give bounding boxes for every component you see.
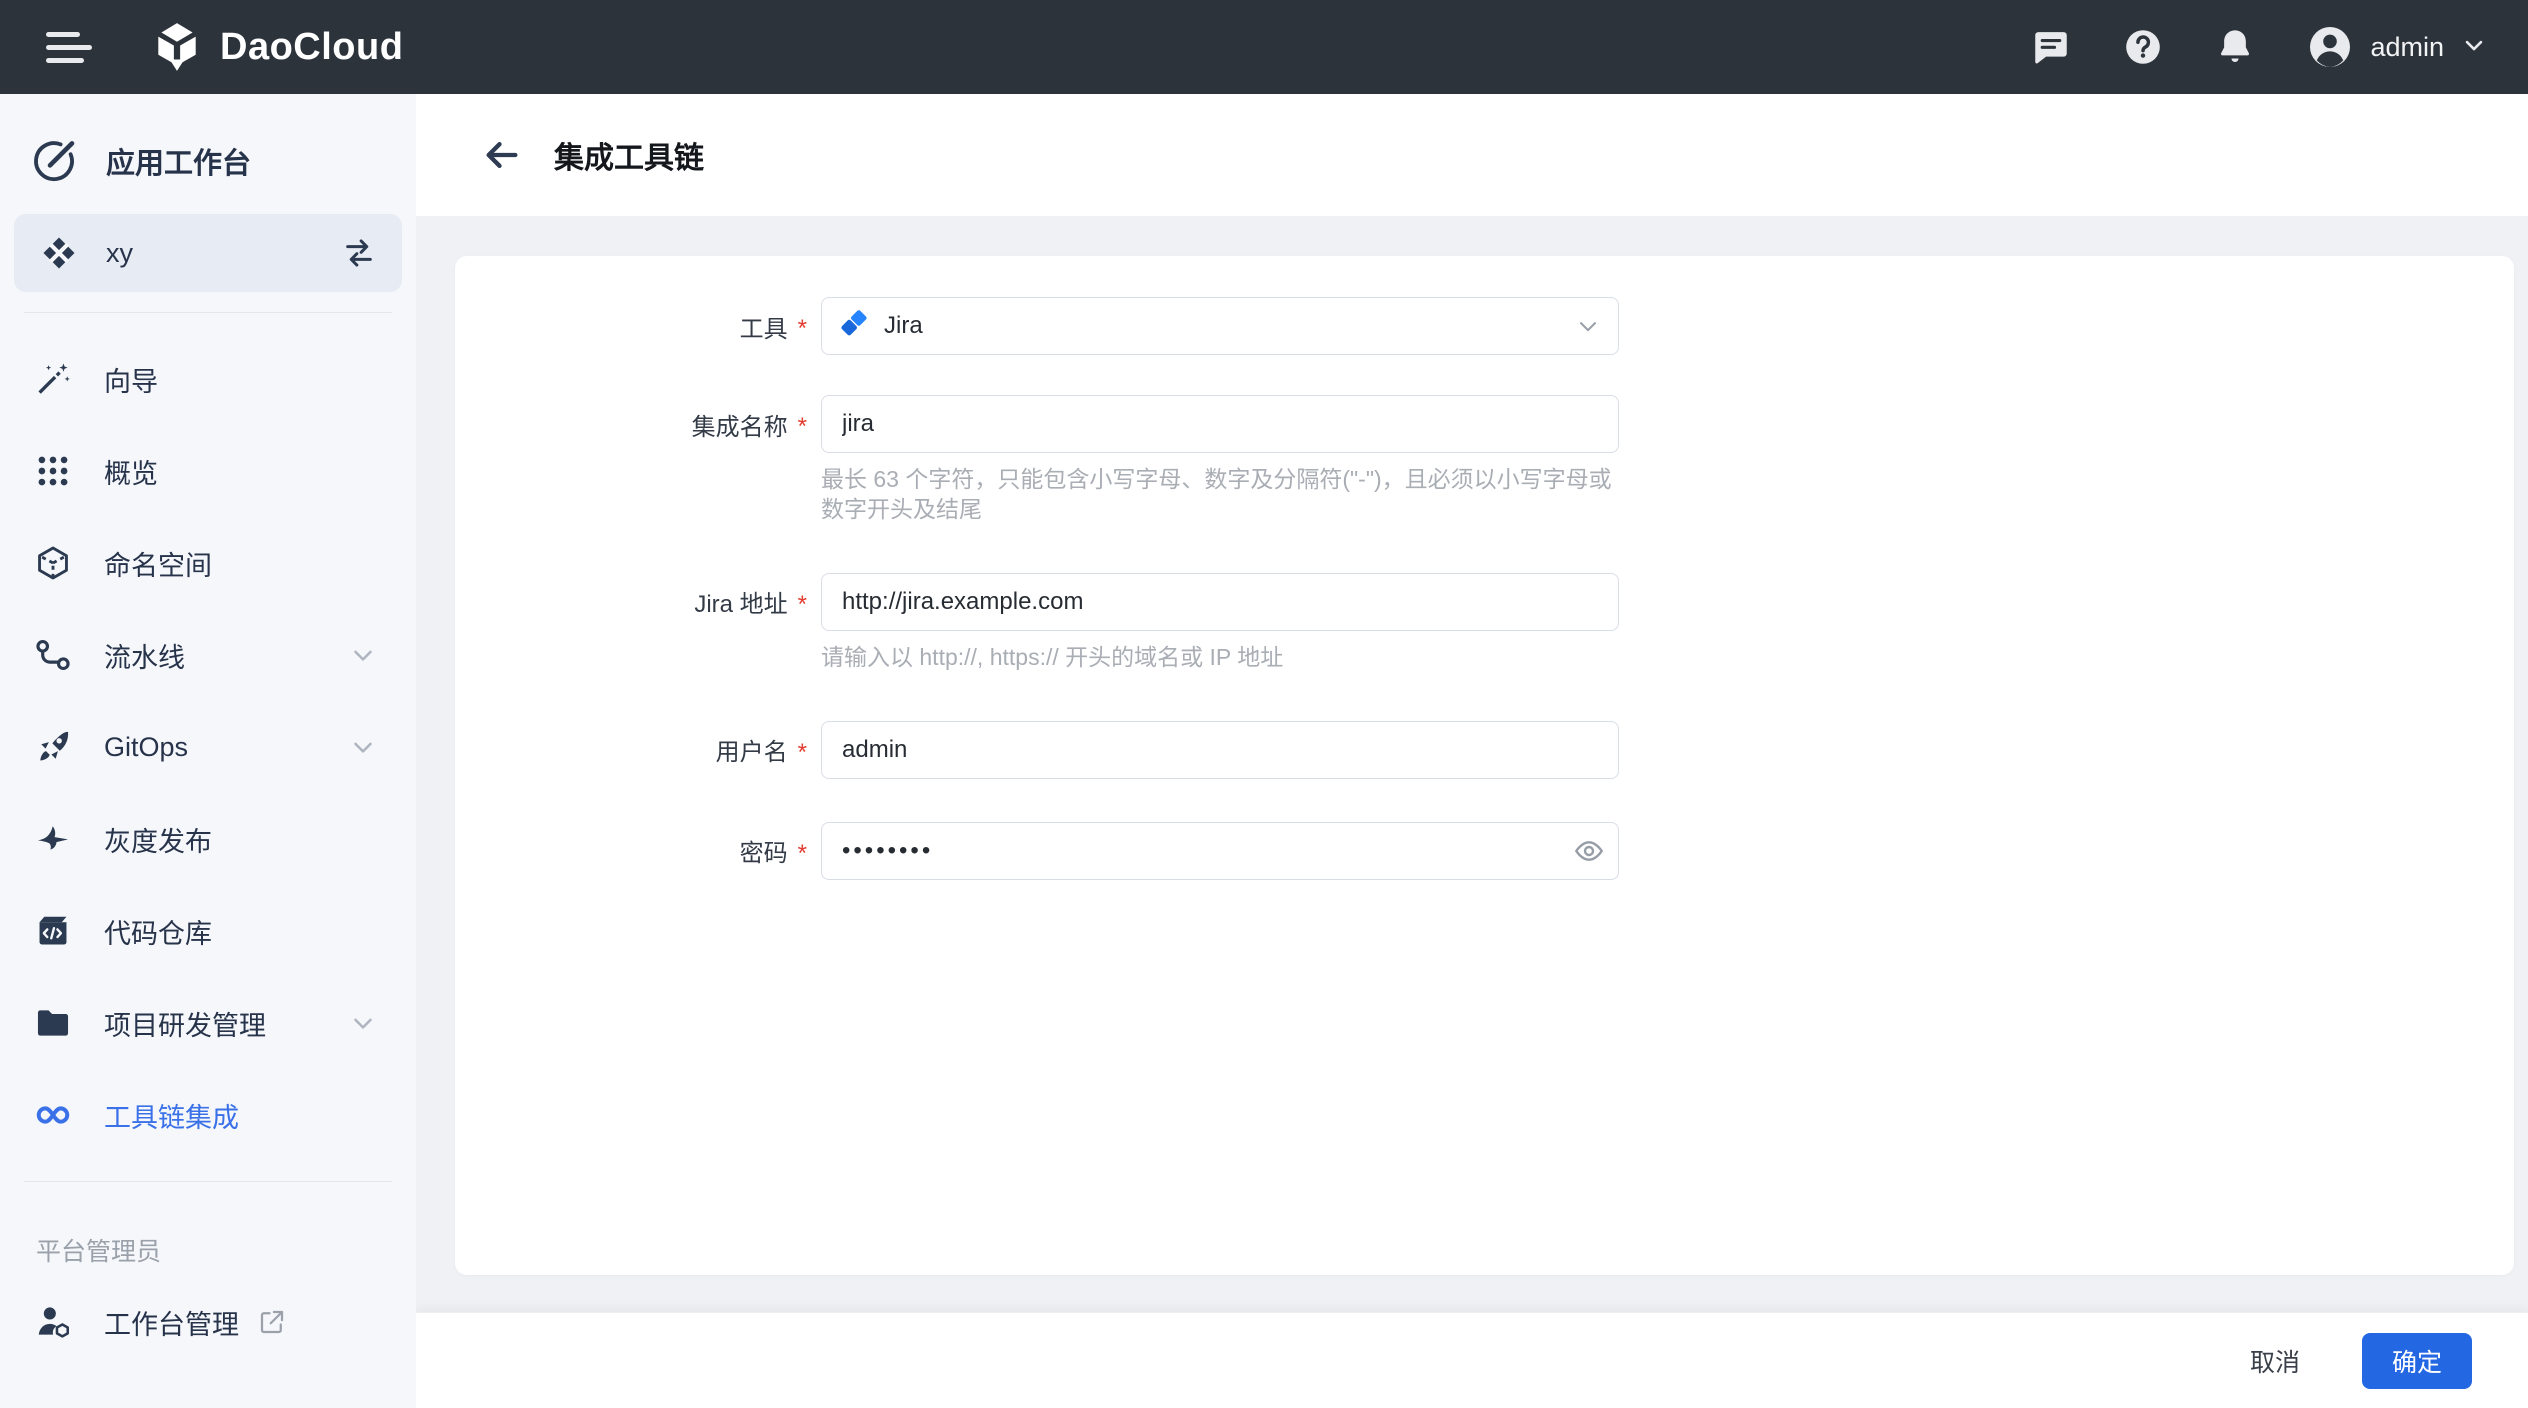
folder-icon: [34, 1004, 72, 1042]
sidebar-item-gitops[interactable]: GitOps: [0, 701, 416, 793]
sidebar-item-gray-release[interactable]: 灰度发布: [0, 793, 416, 885]
form-row-name: 集成名称* 最长 63 个字符，只能包含小写字母、数字及分隔符("-")，且必须…: [455, 395, 2514, 525]
username-input[interactable]: [821, 721, 1619, 779]
form-row-tool: 工具* Jira: [455, 297, 2514, 355]
project-switcher[interactable]: xy: [14, 214, 402, 292]
sidebar: 应用工作台 xy 向导: [0, 94, 416, 1408]
sidebar-item-label: 命名空间: [104, 544, 212, 583]
infinity-icon: [34, 1096, 72, 1134]
chevron-down-icon: [1574, 312, 1602, 340]
sidebar-item-label: 工作台管理: [104, 1303, 239, 1342]
main-content: 工具* Jira 集成名称*: [416, 216, 2528, 1312]
chevron-down-icon: [2460, 31, 2488, 64]
chat-icon: [2030, 26, 2072, 68]
field-helper-text: 最长 63 个字符，只能包含小写字母、数字及分隔符("-")，且必须以小写字母或…: [821, 465, 1619, 525]
required-mark: *: [798, 834, 807, 868]
sidebar-item-label: 代码仓库: [104, 912, 212, 951]
help-button[interactable]: [2122, 26, 2164, 68]
workspace-header: 应用工作台: [0, 110, 416, 212]
switch-project-icon[interactable]: [342, 236, 376, 270]
page-title-bar: 集成工具链: [416, 94, 2528, 216]
user-menu[interactable]: admin: [2306, 23, 2488, 71]
rocket-icon: [34, 728, 72, 766]
tool-select-value: Jira: [884, 312, 923, 340]
field-label: 密码*: [455, 822, 807, 880]
footer-action-bar: 取消 确定: [416, 1312, 2528, 1408]
field-label: 用户名*: [455, 721, 807, 779]
required-mark: *: [798, 733, 807, 767]
required-mark: *: [798, 585, 807, 619]
chevron-down-icon: [348, 1008, 378, 1038]
divider: [24, 312, 392, 313]
toggle-password-visibility-button[interactable]: [1573, 835, 1605, 867]
form-card: 工具* Jira 集成名称*: [455, 256, 2514, 1275]
sidebar-item-workbench-mgmt[interactable]: 工作台管理: [0, 1276, 416, 1368]
required-mark: *: [798, 309, 807, 343]
grid-dots-icon: [34, 452, 72, 490]
sidebar-nav: 向导 概览 命名空间 流水线: [0, 333, 416, 1161]
tool-select[interactable]: Jira: [821, 297, 1619, 355]
admin-user-icon: [34, 1303, 72, 1341]
sidebar-item-label: GitOps: [104, 732, 188, 763]
sidebar-item-code-repo[interactable]: 代码仓库: [0, 885, 416, 977]
field-label: 集成名称*: [455, 395, 807, 453]
user-name: admin: [2370, 32, 2444, 63]
external-link-icon: [257, 1307, 287, 1337]
avatar: [2306, 23, 2354, 71]
sidebar-item-label: 概览: [104, 452, 158, 491]
sidebar-item-overview[interactable]: 概览: [0, 425, 416, 517]
chevron-down-icon: [348, 640, 378, 670]
sidebar-item-wizard[interactable]: 向导: [0, 333, 416, 425]
top-header: DaoCloud: [0, 0, 2528, 94]
back-button[interactable]: [482, 135, 522, 175]
bell-icon: [2214, 26, 2256, 68]
sidebar-item-namespace[interactable]: 命名空间: [0, 517, 416, 609]
bird-icon: [34, 820, 72, 858]
header-actions: admin: [2030, 23, 2488, 71]
form-row-username: 用户名*: [455, 721, 2514, 779]
brand: DaoCloud: [150, 20, 403, 74]
form-row-address: Jira 地址* 请输入以 http://, https:// 开头的域名或 I…: [455, 573, 2514, 673]
divider: [24, 1181, 392, 1182]
chevron-down-icon: [348, 732, 378, 762]
project-name: xy: [106, 238, 133, 269]
sidebar-item-project-mgmt[interactable]: 项目研发管理: [0, 977, 416, 1069]
form-row-password: 密码*: [455, 822, 2514, 880]
sidebar-item-label: 工具链集成: [104, 1096, 239, 1135]
compose-icon: [30, 137, 78, 185]
sidebar-section-label: 平台管理员: [0, 1202, 416, 1276]
project-diamond-icon: [40, 234, 78, 272]
jira-logo-icon: [838, 310, 870, 342]
confirm-button[interactable]: 确定: [2362, 1333, 2472, 1389]
cube-icon: [34, 544, 72, 582]
brand-name: DaoCloud: [220, 26, 403, 69]
notifications-button[interactable]: [2214, 26, 2256, 68]
cancel-button[interactable]: 取消: [2236, 1333, 2314, 1389]
required-mark: *: [798, 407, 807, 441]
wand-icon: [34, 360, 72, 398]
eye-icon: [1573, 835, 1605, 867]
jira-address-input[interactable]: [821, 573, 1619, 631]
integration-name-input[interactable]: [821, 395, 1619, 453]
page-title: 集成工具链: [554, 133, 704, 177]
messages-button[interactable]: [2030, 26, 2072, 68]
hamburger-menu-button[interactable]: [46, 32, 92, 63]
field-label: Jira 地址*: [455, 573, 807, 631]
sidebar-item-label: 向导: [104, 360, 158, 399]
pipeline-icon: [34, 636, 72, 674]
sidebar-item-toolchain[interactable]: 工具链集成: [0, 1069, 416, 1161]
field-helper-text: 请输入以 http://, https:// 开头的域名或 IP 地址: [821, 643, 1619, 673]
sidebar-item-pipeline[interactable]: 流水线: [0, 609, 416, 701]
sidebar-item-label: 灰度发布: [104, 820, 212, 859]
help-icon: [2122, 26, 2164, 68]
field-label: 工具*: [455, 297, 807, 355]
code-repo-icon: [34, 912, 72, 950]
workspace-label: 应用工作台: [106, 140, 251, 182]
sidebar-item-label: 流水线: [104, 636, 185, 675]
password-input[interactable]: [821, 822, 1619, 880]
daocloud-logo-icon: [150, 20, 204, 74]
back-arrow-icon: [482, 135, 522, 175]
sidebar-item-label: 项目研发管理: [104, 1004, 266, 1043]
